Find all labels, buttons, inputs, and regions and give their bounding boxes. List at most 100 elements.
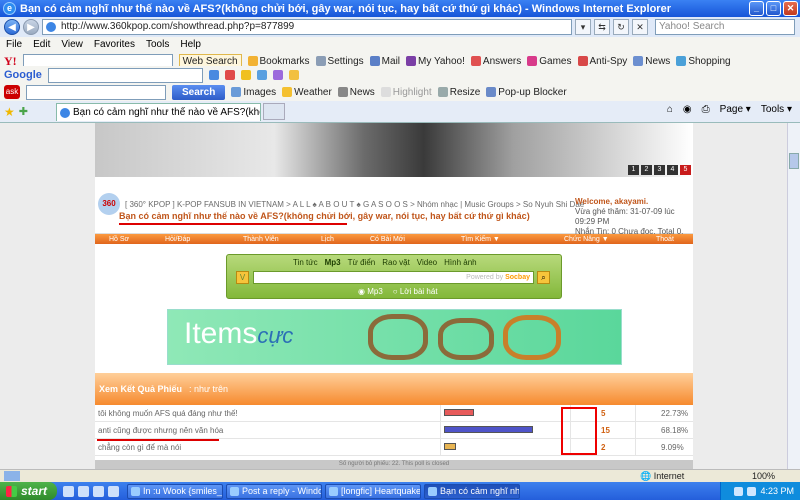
home-icon[interactable]: ⌂ bbox=[667, 104, 673, 115]
clock[interactable]: 4:23 PM bbox=[760, 486, 794, 496]
menu-file[interactable]: File bbox=[6, 39, 22, 50]
tab-row: ★ ✚ Bạn có cảm nghĩ như thế nào về AFS?(… bbox=[0, 101, 800, 123]
anti-spy-button[interactable]: Anti-Spy bbox=[577, 56, 627, 67]
print-icon[interactable]: ⎙ bbox=[702, 104, 710, 115]
banner-page-4[interactable]: 4 bbox=[667, 165, 678, 175]
quicklaunch-folder-icon[interactable] bbox=[108, 485, 119, 497]
ask-news-button[interactable]: News bbox=[337, 87, 375, 98]
ask-logo-icon[interactable]: ask bbox=[4, 85, 20, 99]
pagerank-icon[interactable] bbox=[224, 70, 235, 80]
tools-menu[interactable]: Tools ▾ bbox=[761, 104, 792, 115]
banner-page-2[interactable]: 2 bbox=[641, 165, 652, 175]
tray-icon[interactable] bbox=[734, 486, 744, 496]
menu-help[interactable]: Help bbox=[180, 39, 201, 50]
music-search-input[interactable]: Powered by Socbay bbox=[253, 271, 534, 284]
quicklaunch-ie-icon[interactable] bbox=[63, 485, 74, 497]
sw-tab-classifieds[interactable]: Rao vặt bbox=[382, 258, 410, 267]
resize-icon bbox=[437, 87, 448, 97]
ask-search-button[interactable]: Search bbox=[172, 84, 226, 100]
translate-icon[interactable] bbox=[256, 70, 267, 80]
search-icon[interactable]: ⌕ bbox=[537, 271, 550, 284]
radio-lyrics[interactable]: ○ Lời bài hát bbox=[393, 287, 438, 296]
google-go-icon[interactable] bbox=[208, 70, 219, 80]
banner-page-3[interactable]: 3 bbox=[654, 165, 665, 175]
images-button[interactable]: Images bbox=[231, 87, 276, 98]
taskbar-item[interactable]: [longfic] Heartquake ... bbox=[325, 483, 421, 499]
favorites-star-icon[interactable]: ★ bbox=[4, 105, 15, 119]
start-button[interactable]: start bbox=[0, 482, 57, 500]
window-icon bbox=[230, 486, 239, 496]
yahoo-mail-button[interactable]: Mail bbox=[369, 56, 400, 67]
nav-search[interactable]: Tìm Kiếm ▼ bbox=[461, 236, 500, 243]
welcome-text[interactable]: Welcome, akayami. bbox=[575, 197, 693, 207]
answers-button[interactable]: Answers bbox=[470, 56, 521, 67]
sw-tab-dictionary[interactable]: Từ điển bbox=[348, 258, 376, 267]
menu-tools[interactable]: Tools bbox=[146, 39, 169, 50]
taskbar-item[interactable]: In :u Wook {smiles_t... bbox=[127, 483, 223, 499]
nav-logout[interactable]: Thoát bbox=[656, 236, 674, 243]
search-input[interactable]: Yahoo! Search bbox=[655, 19, 795, 35]
banner-page-1[interactable]: 1 bbox=[628, 165, 639, 175]
site-logo[interactable]: 360 bbox=[98, 193, 120, 215]
breadcrumb[interactable]: [ 360° KPOP ] K-POP FANSUB IN VIETNAM > … bbox=[125, 200, 584, 209]
yahoo-settings-button[interactable]: Settings bbox=[315, 56, 364, 67]
yahoo-bookmarks-button[interactable]: Bookmarks bbox=[247, 56, 310, 67]
refresh-button[interactable]: ↻ bbox=[613, 19, 629, 35]
address-dropdown-button[interactable]: ▾ bbox=[575, 19, 591, 35]
scrollbar-thumb[interactable] bbox=[789, 153, 799, 169]
back-button[interactable]: ◀ bbox=[4, 19, 20, 35]
forward-button[interactable]: ▶ bbox=[23, 19, 39, 35]
nav-faq[interactable]: Hỏi/Đáp bbox=[165, 236, 190, 243]
tray-icon[interactable] bbox=[747, 486, 757, 496]
maximize-button[interactable]: □ bbox=[766, 1, 781, 16]
banner-page-5[interactable]: 5 bbox=[680, 165, 691, 175]
spellcheck-icon[interactable] bbox=[272, 70, 283, 80]
ask-search-input[interactable] bbox=[26, 84, 166, 100]
quicklaunch-media-icon[interactable] bbox=[78, 485, 89, 497]
close-button[interactable]: ✕ bbox=[783, 1, 798, 16]
windows-logo-icon bbox=[6, 485, 17, 497]
new-tab-button[interactable] bbox=[262, 103, 285, 120]
sw-tab-images[interactable]: Hình ảnh bbox=[444, 258, 476, 267]
feeds-icon[interactable]: ◉ bbox=[683, 104, 692, 115]
page-menu[interactable]: Page ▾ bbox=[720, 104, 751, 115]
vertical-scrollbar[interactable] bbox=[787, 123, 800, 469]
compatibility-icon[interactable]: ⇆ bbox=[594, 19, 610, 35]
shopping-button[interactable]: Shopping bbox=[676, 56, 731, 67]
minimize-button[interactable]: _ bbox=[749, 1, 764, 16]
menu-bar: File Edit View Favorites Tools Help bbox=[0, 37, 800, 52]
radio-mp3[interactable]: ◉ Mp3 bbox=[358, 287, 383, 296]
star-icon[interactable] bbox=[240, 70, 251, 80]
games-button[interactable]: Games bbox=[527, 56, 572, 67]
highlight-button[interactable]: Highlight bbox=[380, 87, 432, 98]
resize-button[interactable]: Resize bbox=[437, 87, 480, 98]
nav-profile[interactable]: Hồ Sơ bbox=[109, 236, 129, 243]
sw-tab-video[interactable]: Video bbox=[417, 258, 437, 267]
news-button[interactable]: News bbox=[633, 56, 670, 67]
favicon-icon bbox=[46, 22, 56, 32]
weather-button[interactable]: Weather bbox=[282, 87, 332, 98]
nav-members[interactable]: Thành Viên bbox=[243, 236, 279, 243]
nav-calendar[interactable]: Lịch bbox=[321, 236, 334, 243]
google-search-input[interactable] bbox=[47, 67, 203, 83]
nav-functions[interactable]: Chức Năng ▼ bbox=[564, 236, 609, 243]
my-yahoo-button[interactable]: My Yahoo! bbox=[406, 56, 465, 67]
tab-active[interactable]: Bạn có cảm nghĩ như thế nào về AFS?(khôn… bbox=[55, 102, 261, 121]
zoom-level[interactable]: 100% bbox=[752, 471, 775, 481]
sw-tab-news[interactable]: Tin tức bbox=[293, 258, 318, 267]
items-ad-banner[interactable]: Itemscực bbox=[167, 309, 622, 365]
address-bar[interactable]: http://www.360kpop.com/showthread.php?p=… bbox=[42, 19, 572, 35]
security-zone[interactable]: 🌐 Internet bbox=[640, 471, 684, 482]
menu-edit[interactable]: Edit bbox=[33, 39, 50, 50]
menu-view[interactable]: View bbox=[61, 39, 83, 50]
nav-new-posts[interactable]: Có Bài Mới bbox=[370, 236, 405, 243]
sw-tab-mp3[interactable]: Mp3 bbox=[325, 258, 341, 267]
taskbar-item[interactable]: Post a reply - Windo... bbox=[226, 483, 322, 499]
popup-blocker-button[interactable]: Pop-up Blocker bbox=[486, 87, 567, 98]
stop-button[interactable]: ✕ bbox=[632, 19, 648, 35]
pencil-icon[interactable] bbox=[288, 70, 299, 80]
quicklaunch-desktop-icon[interactable] bbox=[93, 485, 104, 497]
taskbar-item-active[interactable]: Bạn có cảm nghĩ như ... bbox=[424, 483, 520, 499]
menu-favorites[interactable]: Favorites bbox=[94, 39, 135, 50]
add-favorite-icon[interactable]: ✚ bbox=[19, 105, 28, 118]
